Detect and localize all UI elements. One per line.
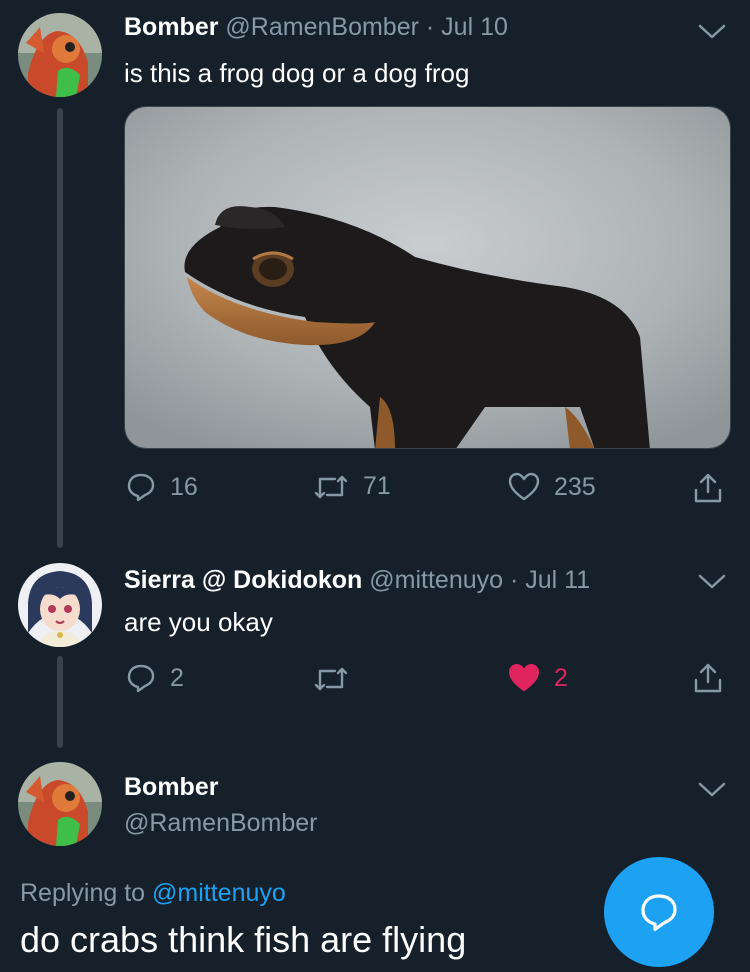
tweet-header: Bomber @RamenBomber · Jul 10 — [124, 12, 508, 42]
tweet-text: is this a frog dog or a dog frog — [124, 58, 470, 88]
display-name[interactable]: Sierra @ Dokidokon — [124, 566, 362, 594]
separator: · — [510, 566, 519, 594]
tweet-header: Sierra @ Dokidokon @mittenuyo · Jul 11 — [124, 565, 590, 595]
replying-to: Replying to @mittenuyo — [20, 878, 286, 908]
tweet-media-image[interactable] — [124, 106, 731, 449]
heart-icon — [509, 664, 539, 691]
focused-user-handle[interactable]: @RamenBomber — [124, 808, 318, 838]
retweet-button[interactable] — [313, 665, 363, 693]
share-icon — [694, 663, 722, 693]
chevron-down-icon[interactable] — [697, 780, 727, 800]
heart-icon — [508, 472, 540, 501]
avatar[interactable] — [18, 563, 102, 647]
share-button[interactable] — [693, 472, 737, 504]
like-count: 235 — [554, 472, 596, 501]
tweet-date[interactable]: Jul 11 — [525, 566, 590, 594]
reply-icon — [127, 664, 155, 693]
retweet-button[interactable]: 71 — [313, 472, 391, 501]
share-icon — [694, 473, 722, 503]
replying-to-label: Replying to — [20, 879, 146, 907]
focused-tweet-text: do crabs think fish are flying — [20, 919, 467, 960]
like-button[interactable]: 235 — [508, 472, 596, 502]
thread-line — [57, 656, 63, 748]
chevron-down-icon[interactable] — [697, 22, 727, 42]
user-handle[interactable]: @mittenuyo — [369, 566, 503, 594]
like-button[interactable]: 2 — [508, 663, 568, 693]
focused-display-name[interactable]: Bomber — [124, 772, 218, 802]
retweet-icon — [314, 667, 348, 691]
retweet-count: 71 — [363, 472, 391, 500]
reply-button[interactable]: 2 — [126, 663, 184, 693]
avatar[interactable] — [18, 762, 102, 846]
replying-to-handle[interactable]: @mittenuyo — [152, 879, 286, 907]
reply-icon — [127, 473, 155, 502]
reply-count: 2 — [170, 663, 184, 692]
user-handle[interactable]: @RamenBomber — [225, 13, 419, 41]
thread-line — [57, 108, 63, 548]
tweet-text: are you okay — [124, 607, 273, 637]
like-count: 2 — [554, 663, 568, 692]
compose-reply-button[interactable] — [604, 857, 714, 967]
tweet-date[interactable]: Jul 10 — [441, 13, 508, 41]
retweet-icon — [314, 475, 348, 498]
chevron-down-icon[interactable] — [697, 572, 727, 592]
compose-reply-icon — [641, 894, 677, 931]
reply-button[interactable]: 16 — [126, 472, 198, 502]
display-name[interactable]: Bomber — [124, 13, 218, 41]
avatar[interactable] — [18, 13, 102, 97]
reply-count: 16 — [170, 472, 198, 501]
separator: · — [425, 13, 435, 41]
share-button[interactable] — [693, 662, 737, 694]
